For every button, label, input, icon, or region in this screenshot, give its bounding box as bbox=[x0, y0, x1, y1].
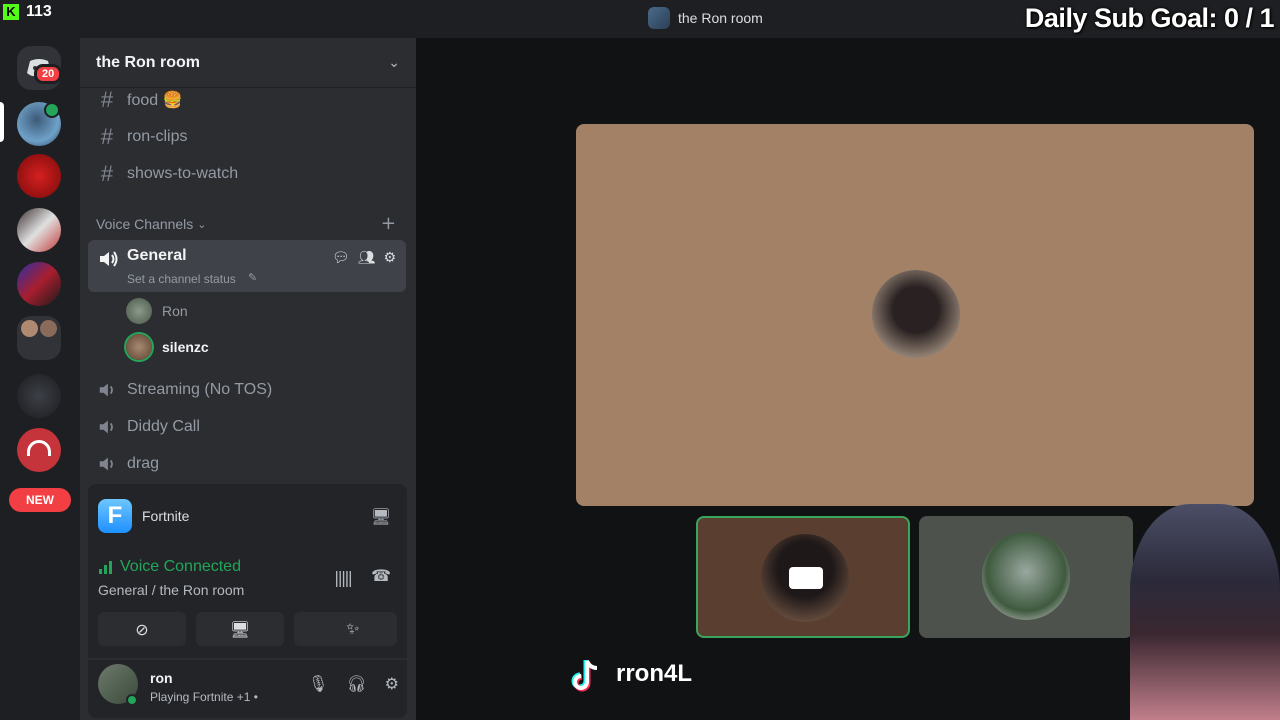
channel-shows-to-watch[interactable]: # shows-to-watch bbox=[88, 157, 406, 191]
chevron-down-icon: ⌄ bbox=[197, 218, 207, 231]
channel-label: shows-to-watch bbox=[127, 165, 239, 182]
soundboard-button[interactable]: ✨︎ bbox=[309, 612, 397, 646]
screen-share-icon[interactable]: 🖥︎ bbox=[371, 507, 391, 526]
voice-connected-status[interactable]: Voice Connected bbox=[98, 558, 241, 576]
member-name: silenzc bbox=[162, 339, 209, 355]
voice-channel-general[interactable]: General Set a channel status ✎ 💬︎ 👥︎ ⚙ bbox=[88, 240, 406, 292]
participant-tile-speaking[interactable] bbox=[696, 516, 910, 638]
disconnect-icon[interactable]: ☎ bbox=[371, 566, 391, 585]
speaker-icon bbox=[100, 251, 118, 267]
server-icon-red[interactable] bbox=[17, 154, 61, 198]
pencil-icon[interactable]: ✎ bbox=[248, 271, 257, 284]
guild-header[interactable]: the Ron room ⌄ bbox=[80, 38, 416, 88]
category-label: Voice Channels bbox=[96, 216, 194, 232]
gear-icon[interactable]: ⚙ bbox=[383, 250, 396, 266]
signal-icon bbox=[99, 561, 112, 574]
channel-actions: 💬︎ 👥︎ ⚙ bbox=[332, 250, 396, 266]
share-screen-button[interactable]: 🖥︎ bbox=[196, 612, 284, 646]
main-participant-tile[interactable] bbox=[576, 124, 1254, 506]
speaker-icon bbox=[99, 457, 113, 471]
participant-avatar bbox=[982, 532, 1070, 620]
selected-server-pill bbox=[0, 102, 4, 142]
new-badge: NEW bbox=[9, 488, 71, 512]
window-title-group: the Ron room bbox=[648, 7, 763, 29]
voice-member-silenzc[interactable]: silenzc bbox=[126, 332, 209, 362]
window-title: the Ron room bbox=[678, 10, 763, 26]
add-channel-button[interactable]: + bbox=[381, 213, 396, 234]
chat-icon[interactable]: 💬︎ bbox=[332, 250, 350, 266]
channel-status-input[interactable]: Set a channel status bbox=[127, 272, 236, 286]
unread-badge: 20 bbox=[34, 64, 63, 84]
avatar bbox=[126, 298, 152, 324]
invite-icon[interactable]: 👥︎ bbox=[358, 250, 376, 266]
activity-name: Fortnite bbox=[142, 508, 190, 524]
channel-label: Diddy Call bbox=[127, 418, 200, 435]
viewer-count: 113 bbox=[26, 3, 52, 20]
hash-icon: # bbox=[100, 161, 114, 186]
channel-label: drag bbox=[127, 455, 160, 472]
user-controls: 🎙︎ 🎧︎ ⚙ bbox=[308, 674, 399, 693]
username: ron bbox=[150, 670, 173, 686]
title-bar: K 113 the Ron room Daily Sub Goal: 0 / 1 bbox=[0, 0, 1280, 38]
server-icon-m[interactable] bbox=[17, 208, 61, 252]
voice-category[interactable]: Voice Channels ⌄ bbox=[96, 216, 207, 232]
tiktok-overlay: rron4L bbox=[566, 654, 692, 694]
tiktok-icon bbox=[571, 660, 598, 692]
avatar bbox=[126, 334, 152, 360]
server-icon-blue-red[interactable] bbox=[17, 262, 61, 306]
server-folder[interactable] bbox=[17, 316, 61, 360]
channel-ron-clips[interactable]: # ron-clips bbox=[88, 120, 406, 154]
noise-suppression-icon[interactable]: ||||| bbox=[334, 568, 353, 587]
server-icon-new[interactable] bbox=[17, 428, 61, 472]
soundboard-icon: ✨︎ bbox=[346, 619, 360, 638]
server-icon-dark[interactable] bbox=[17, 374, 61, 418]
gear-icon[interactable]: ⚙ bbox=[385, 674, 399, 693]
streamer-webcam bbox=[1130, 504, 1280, 720]
user-activity: Playing Fortnite +1 • bbox=[150, 690, 258, 704]
hash-icon: # bbox=[100, 124, 114, 149]
server-icon bbox=[648, 7, 670, 29]
activity-panel: F Fortnite 🖥︎ bbox=[88, 484, 407, 548]
tiktok-handle: rron4L bbox=[616, 660, 693, 687]
user-panel: ron Playing Fortnite +1 • 🎙︎ 🎧︎ ⚙ bbox=[88, 660, 407, 718]
server-list: 20 NEW bbox=[0, 38, 80, 720]
channel-food[interactable]: # food 🍔 bbox=[88, 83, 406, 117]
voice-stage: rron4L bbox=[416, 38, 1280, 720]
camera-off-button[interactable]: ⊘ bbox=[98, 612, 186, 646]
screen-share-icon: 🖥︎ bbox=[229, 619, 251, 639]
speaker-icon bbox=[99, 383, 113, 397]
participant-tile[interactable] bbox=[919, 516, 1133, 638]
voice-member-ron[interactable]: Ron bbox=[126, 296, 188, 326]
voice-channel-drag[interactable]: drag bbox=[88, 447, 406, 481]
voice-state: Voice Connected bbox=[120, 558, 241, 575]
kick-logo: K bbox=[3, 4, 19, 20]
hash-icon: # bbox=[100, 87, 114, 112]
channel-label: food 🍔 bbox=[127, 92, 183, 109]
channel-panel: the Ron room ⌄ # food 🍔 # ron-clips # sh… bbox=[80, 38, 416, 720]
camera-off-icon: ⊘ bbox=[135, 619, 149, 639]
sub-goal-overlay: Daily Sub Goal: 0 / 1 bbox=[1024, 3, 1275, 33]
chevron-down-icon: ⌄ bbox=[388, 54, 400, 71]
voice-channel-streaming[interactable]: Streaming (No TOS) bbox=[88, 373, 406, 407]
participant-avatar bbox=[872, 270, 960, 358]
member-name: Ron bbox=[162, 303, 188, 319]
guild-name: the Ron room bbox=[96, 53, 200, 71]
microphone-icon[interactable]: 🎙︎ bbox=[308, 674, 328, 693]
online-status-icon bbox=[126, 694, 138, 706]
camera-icon bbox=[789, 567, 823, 589]
channel-label: ron-clips bbox=[127, 128, 188, 145]
channel-name: General bbox=[127, 247, 187, 264]
headphones-icon[interactable]: 🎧︎ bbox=[346, 674, 366, 693]
fortnite-icon: F bbox=[98, 499, 132, 533]
speaker-icon bbox=[99, 420, 113, 434]
channel-label: Streaming (No TOS) bbox=[127, 381, 273, 398]
voice-location[interactable]: General / the Ron room bbox=[98, 582, 244, 598]
voice-channel-diddy-call[interactable]: Diddy Call bbox=[88, 410, 406, 444]
voice-active-icon bbox=[44, 102, 60, 118]
